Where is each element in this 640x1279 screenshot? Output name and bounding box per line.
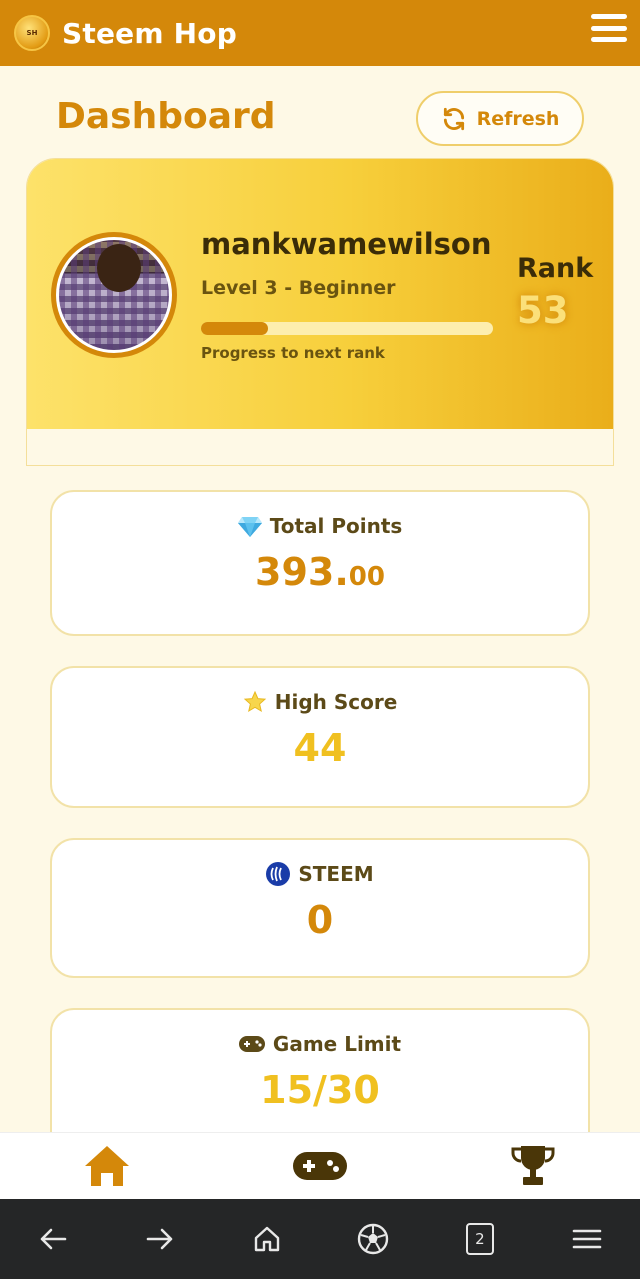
gem-icon	[237, 517, 262, 537]
rank-value: 53	[517, 289, 569, 332]
trophy-icon	[511, 1146, 555, 1185]
nav-leaderboard[interactable]	[498, 1136, 568, 1196]
bottom-nav	[0, 1132, 640, 1199]
stat-value-high-score: 44	[293, 726, 347, 770]
dashboard-content[interactable]: Dashboard Refresh mankwamewilson Level 3…	[0, 66, 640, 1132]
arrow-right-icon	[146, 1228, 173, 1250]
profile-card: mankwamewilson Level 3 - Beginner Progre…	[26, 158, 614, 466]
app-title: Steem Hop	[62, 16, 237, 50]
home-icon	[84, 1146, 129, 1186]
stat-value-decimal: 00	[348, 562, 385, 592]
refresh-icon	[443, 107, 464, 130]
star-icon	[243, 690, 266, 713]
rank-progress-bar	[201, 322, 493, 335]
profile-hero: mankwamewilson Level 3 - Beginner Progre…	[27, 159, 613, 429]
steem-icon	[266, 862, 291, 886]
browser-tabs-button[interactable]: 2	[450, 1209, 510, 1269]
tabs-icon: 2	[465, 1223, 494, 1255]
refresh-button[interactable]: Refresh	[416, 91, 584, 146]
browser-forward-button[interactable]	[130, 1209, 190, 1269]
stat-card-total-points: Total Points 393.00	[50, 490, 590, 636]
soccer-ball-icon	[358, 1223, 389, 1255]
gamepad-icon	[292, 1152, 347, 1180]
refresh-label: Refresh	[476, 107, 560, 130]
browser-games-button[interactable]	[343, 1209, 403, 1269]
stat-card-game-limit: Game Limit 15/30	[50, 1008, 590, 1132]
browser-toolbar: 2	[0, 1199, 640, 1279]
browser-back-button[interactable]	[23, 1209, 83, 1269]
stat-value-total-points: 393.00	[255, 550, 385, 594]
app-header: SH Steem Hop	[0, 0, 640, 66]
stat-label-high-score: High Score	[274, 690, 398, 714]
gamepad-icon	[238, 1036, 265, 1052]
username: mankwamewilson	[201, 227, 492, 261]
stat-label-total-points: Total Points	[269, 514, 403, 538]
browser-home-button[interactable]	[237, 1209, 297, 1269]
stat-value-game-limit: 15/30	[260, 1068, 380, 1112]
nav-home[interactable]	[72, 1136, 142, 1196]
rank-label: Rank	[517, 253, 594, 284]
browser-menu-button[interactable]	[557, 1209, 617, 1269]
stat-card-steem: STEEM 0	[50, 838, 590, 978]
avatar[interactable]	[51, 232, 177, 358]
hamburger-menu-icon	[572, 1229, 601, 1249]
stat-card-high-score: High Score 44	[50, 666, 590, 808]
page-title: Dashboard	[56, 96, 276, 137]
rank-progress-fill	[201, 322, 269, 335]
stat-label-steem: STEEM	[298, 862, 374, 886]
stat-value-steem: 0	[306, 898, 334, 942]
stat-label-game-limit: Game Limit	[272, 1032, 402, 1056]
arrow-left-icon	[41, 1228, 67, 1250]
nav-games[interactable]	[285, 1136, 355, 1196]
hamburger-menu-icon[interactable]	[590, 10, 628, 46]
progress-label: Progress to next rank	[201, 344, 385, 362]
avatar-photo	[59, 240, 169, 350]
app-logo[interactable]: SH	[14, 15, 50, 51]
user-level: Level 3 - Beginner	[201, 277, 396, 299]
tab-count: 2	[475, 1230, 485, 1248]
house-icon	[254, 1226, 279, 1252]
